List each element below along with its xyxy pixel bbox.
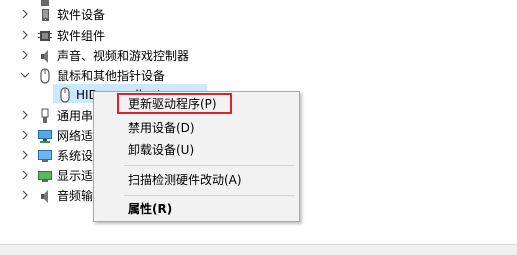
system-device-icon [38,150,52,162]
chevron-down-icon[interactable] [20,70,30,80]
tree-item-sound-video-game[interactable]: 声音、视频和游戏控制器 [0,46,300,66]
chevron-right-icon[interactable] [20,30,30,40]
menu-item-scan-hardware[interactable]: 扫描检测硬件改动(A) [128,169,242,191]
chevron-right-icon[interactable] [20,130,30,140]
status-bar [0,244,517,255]
mouse-icon [60,87,70,103]
tree-item-label: 软件设备 [57,8,106,22]
software-device-icon [42,9,49,21]
chevron-right-icon[interactable] [20,9,30,19]
chevron-right-icon[interactable] [20,110,30,120]
tree-item-label: 音频输 [57,189,94,203]
menu-item-properties[interactable]: 属性(R) [128,198,172,220]
network-icon [38,130,52,143]
display-adapter-icon [38,171,52,182]
menu-item-uninstall-device[interactable]: 卸载设备(U) [128,139,194,161]
menu-separator [124,165,295,166]
menu-separator [124,195,295,196]
tree-item-software-components[interactable]: 软件组件 [0,26,300,46]
tree-item-label: 鼠标和其他指针设备 [57,69,166,83]
chevron-right-icon[interactable] [20,190,30,200]
chevron-right-icon[interactable] [20,150,30,160]
tree-item-label: 网络适 [57,129,94,143]
chevron-right-icon[interactable] [20,50,30,60]
speaker-icon [41,50,48,63]
audio-io-icon [41,190,48,203]
usb-icon [41,108,49,123]
tree-item-software-devices[interactable]: 软件设备 [0,5,300,25]
tree-item-label: 系统设 [57,149,94,163]
software-component-icon [38,31,52,41]
menu-item-disable-device[interactable]: 禁用设备(D) [128,117,195,139]
tree-item-label: 声音、视频和游戏控制器 [57,49,190,63]
menu-item-update-driver[interactable]: 更新驱动程序(P) [128,93,217,115]
tree-item-label: 显示适 [57,169,94,183]
tree-item-label: 通用串 [57,109,94,123]
mouse-icon [40,68,50,84]
chevron-right-icon[interactable] [20,170,30,180]
tree-item-label: 软件组件 [57,29,106,43]
tree-item-mice[interactable]: 鼠标和其他指针设备 [0,66,300,86]
context-menu: 更新驱动程序(P) 禁用设备(D) 卸载设备(U) 扫描检测硬件改动(A) 属性… [93,91,300,222]
